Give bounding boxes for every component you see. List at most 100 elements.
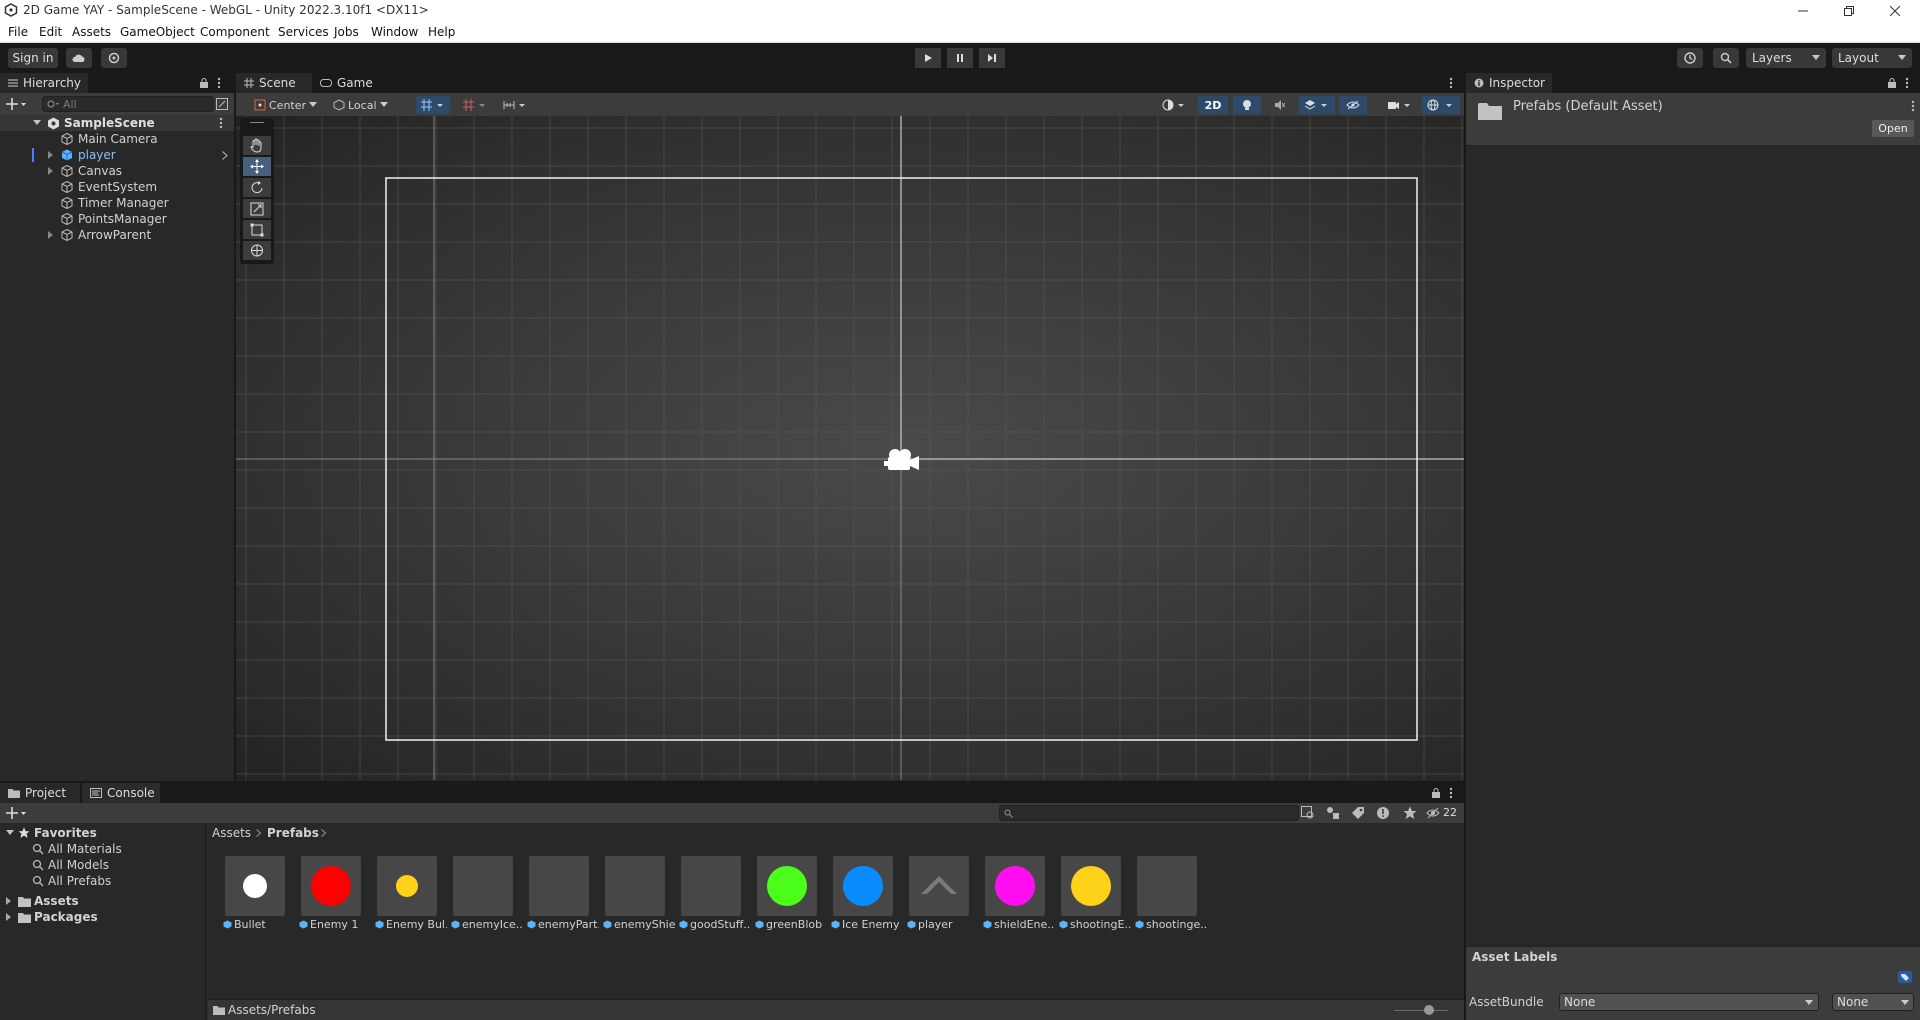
hierarchy-item-player[interactable]: player <box>0 147 234 163</box>
hierarchy-item-pointsmanager[interactable]: PointsManager <box>0 211 234 227</box>
step-button[interactable] <box>979 48 1005 68</box>
chevron-right-icon[interactable] <box>48 231 54 239</box>
overlay-handle[interactable] <box>250 122 264 123</box>
scene-visibility-icon[interactable] <box>216 98 228 110</box>
hierarchy-item-arrowparent[interactable]: ArrowParent <box>0 227 234 243</box>
favorite-all-prefabs[interactable]: All Prefabs <box>0 873 206 889</box>
chevron-right-icon[interactable] <box>48 167 54 175</box>
asset-labels-header[interactable]: Asset Labels <box>1466 946 1920 966</box>
breadcrumb-prefabs[interactable]: Prefabs <box>267 826 319 840</box>
layout-dropdown[interactable]: Layout <box>1832 48 1912 68</box>
effects-dropdown[interactable] <box>1299 96 1335 114</box>
hidden-objects-toggle[interactable] <box>1339 96 1367 114</box>
chevron-right-icon[interactable] <box>48 151 54 159</box>
tab-scene[interactable]: Scene <box>236 73 312 93</box>
move-tool-button[interactable] <box>243 157 271 176</box>
chevron-down-icon[interactable] <box>6 830 14 836</box>
menu-component[interactable]: Component <box>200 25 270 39</box>
layers-dropdown[interactable]: Layers <box>1746 48 1826 68</box>
menu-file[interactable]: File <box>8 25 28 39</box>
pivot-center-dropdown[interactable]: Center <box>250 96 321 114</box>
chevron-right-icon[interactable] <box>6 897 12 905</box>
camera-gizmo-icon[interactable] <box>883 445 923 475</box>
add-icon[interactable] <box>6 806 26 820</box>
hierarchy-item-main-camera[interactable]: Main Camera <box>0 131 234 147</box>
grid-toggle-button[interactable] <box>416 96 450 114</box>
favorite-all-materials[interactable]: All Materials <box>0 841 206 857</box>
kebab-menu-icon[interactable] <box>219 117 223 129</box>
minimize-button[interactable] <box>1780 0 1826 22</box>
folder-assets[interactable]: Assets <box>0 893 206 909</box>
tab-inspector[interactable]: Inspector <box>1466 73 1552 93</box>
menu-jobs[interactable]: Jobs <box>334 25 359 39</box>
pivot-local-dropdown[interactable]: Local <box>329 96 393 114</box>
tab-game[interactable]: Game <box>312 73 382 93</box>
increment-snap-button[interactable] <box>498 96 532 114</box>
menu-window[interactable]: Window <box>371 25 418 39</box>
tag-icon[interactable] <box>1898 971 1912 983</box>
breadcrumb-assets[interactable]: Assets <box>212 826 251 840</box>
chevron-right-icon[interactable] <box>6 913 12 921</box>
rotate-tool-button[interactable] <box>243 178 271 197</box>
kebab-menu-icon[interactable] <box>1905 77 1909 89</box>
lock-icon[interactable] <box>199 78 209 88</box>
audio-toggle-button[interactable] <box>1266 96 1294 114</box>
transform-tool-button[interactable] <box>243 241 271 260</box>
project-search-input[interactable] <box>999 805 1299 821</box>
cloud-button[interactable] <box>66 48 92 68</box>
tab-console[interactable]: Console <box>82 783 160 803</box>
search-button[interactable] <box>1713 48 1739 68</box>
search-by-type-icon[interactable] <box>1301 806 1315 820</box>
play-button[interactable] <box>915 48 941 68</box>
favorite-all-models[interactable]: All Models <box>0 857 206 873</box>
star-icon[interactable] <box>1403 806 1417 820</box>
undo-history-button[interactable] <box>1677 48 1703 68</box>
hierarchy-item-eventsystem[interactable]: EventSystem <box>0 179 234 195</box>
chevron-right-icon[interactable] <box>222 151 228 160</box>
restore-button[interactable] <box>1826 0 1872 22</box>
hand-tool-button[interactable] <box>243 136 271 155</box>
kebab-menu-icon[interactable] <box>1449 77 1453 89</box>
warning-filter-icon[interactable] <box>1376 806 1390 820</box>
lighting-toggle-button[interactable] <box>1233 96 1261 114</box>
menu-assets[interactable]: Assets <box>72 25 111 39</box>
kebab-menu-icon[interactable] <box>217 77 221 89</box>
pause-button[interactable] <box>947 48 973 68</box>
scene-viewport[interactable] <box>236 116 1464 780</box>
gizmos-dropdown[interactable] <box>1422 96 1460 114</box>
zoom-slider-handle[interactable] <box>1424 1005 1434 1015</box>
tab-hierarchy[interactable]: Hierarchy <box>0 73 88 93</box>
assetbundle-dropdown[interactable]: None <box>1559 993 1819 1011</box>
toggle-2d-button[interactable]: 2D <box>1198 96 1228 114</box>
sign-in-button[interactable]: Sign in <box>8 48 58 68</box>
open-button[interactable]: Open <box>1872 120 1914 137</box>
scale-tool-button[interactable] <box>243 199 271 218</box>
menu-services[interactable]: Services <box>278 25 329 39</box>
kebab-menu-icon[interactable] <box>1911 100 1915 112</box>
assetbundle-variant-dropdown[interactable]: None <box>1832 993 1914 1011</box>
menu-edit[interactable]: Edit <box>39 25 62 39</box>
lock-icon[interactable] <box>1431 788 1441 798</box>
close-window-button[interactable] <box>1872 0 1918 22</box>
collab-button[interactable] <box>101 48 127 68</box>
rect-tool-button[interactable] <box>243 220 271 239</box>
zoom-slider[interactable] <box>1394 1010 1448 1011</box>
filter-by-type-icon[interactable] <box>1326 806 1340 820</box>
draw-mode-dropdown[interactable] <box>1158 96 1190 114</box>
kebab-menu-icon[interactable] <box>1449 787 1453 799</box>
menu-gameobject[interactable]: GameObject <box>120 25 195 39</box>
snap-settings-button[interactable] <box>458 96 492 114</box>
add-icon[interactable] <box>6 97 26 111</box>
hierarchy-item-timer-manager[interactable]: Timer Manager <box>0 195 234 211</box>
menu-help[interactable]: Help <box>428 25 455 39</box>
hidden-packages-icon[interactable] <box>1426 806 1440 820</box>
folder-packages[interactable]: Packages <box>0 909 206 925</box>
tab-project[interactable]: Project <box>0 783 80 803</box>
filter-by-label-icon[interactable] <box>1351 806 1365 820</box>
hierarchy-search-input[interactable]: All <box>42 96 214 112</box>
lock-icon[interactable] <box>1887 78 1897 88</box>
favorites-row[interactable]: Favorites <box>0 825 206 841</box>
scene-row[interactable]: SampleScene <box>0 115 234 131</box>
camera-settings-dropdown[interactable] <box>1382 96 1418 114</box>
hierarchy-item-canvas[interactable]: Canvas <box>0 163 234 179</box>
